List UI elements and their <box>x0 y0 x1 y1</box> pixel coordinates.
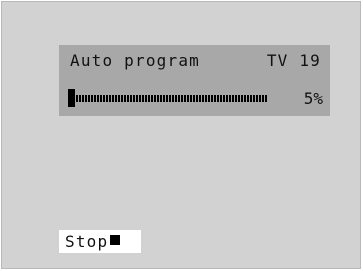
channel-indicator: TV 19 <box>266 51 321 70</box>
progress-ticks <box>76 95 268 102</box>
progress-indicator <box>68 89 75 107</box>
tv-screen: Auto program TV 19 5% Stop <box>1 1 361 269</box>
progress-bar <box>68 89 268 107</box>
osd-title: Auto program <box>70 51 200 70</box>
auto-program-panel: Auto program TV 19 5% <box>59 45 330 116</box>
progress-percent: 5% <box>303 89 323 108</box>
stop-button[interactable]: Stop <box>59 230 141 253</box>
stop-button-label: Stop <box>65 232 109 251</box>
stop-icon <box>110 234 121 245</box>
